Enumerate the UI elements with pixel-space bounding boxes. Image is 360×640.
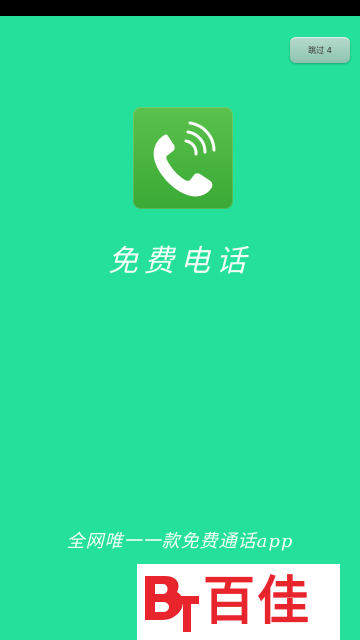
skip-button[interactable]: 跳过 4 <box>290 37 350 63</box>
app-logo <box>133 107 233 209</box>
slogan-text: 全网唯一一款免费通话app <box>66 531 294 552</box>
app-title: 免费电话 <box>108 244 252 279</box>
phone-handset-icon <box>153 121 216 197</box>
brand-banner: 百佳 <box>137 564 340 640</box>
brand-name: 百佳 <box>203 572 312 632</box>
status-bar <box>0 0 360 16</box>
brand-logo-icon <box>145 576 199 632</box>
